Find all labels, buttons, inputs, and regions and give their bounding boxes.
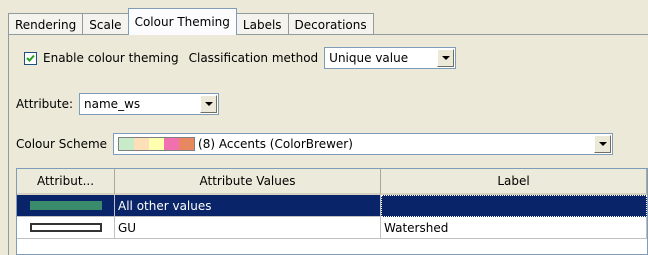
colour-scheme-value: (8) Accents (ColorBrewer) <box>198 137 353 151</box>
chevron-down-icon <box>441 56 450 60</box>
enable-row: Enable colour theming Classification met… <box>24 46 457 70</box>
enable-label[interactable]: Enable colour theming <box>43 51 179 65</box>
dropdown-button[interactable] <box>437 49 455 67</box>
swatch <box>149 138 165 150</box>
symbol-swatch <box>29 201 102 210</box>
symbol-cell[interactable] <box>17 217 115 239</box>
table-row[interactable]: GU Watershed <box>17 217 647 239</box>
swatch <box>179 138 195 150</box>
theme-table[interactable]: Attribut... Attribute Values Label All o… <box>16 168 648 255</box>
tab-bar: Rendering Scale Colour Theming Labels De… <box>8 8 374 35</box>
symbol-cell[interactable] <box>17 195 115 217</box>
attribute-label: Attribute: <box>16 97 74 111</box>
attribute-select[interactable]: name_ws <box>79 93 220 115</box>
column-header-label[interactable]: Label <box>381 169 647 195</box>
symbol-swatch <box>29 223 102 232</box>
classification-value: Unique value <box>329 51 409 65</box>
tab-labels[interactable]: Labels <box>235 13 289 35</box>
label-cell[interactable]: Watershed <box>381 217 647 239</box>
tab-decorations[interactable]: Decorations <box>287 13 374 35</box>
column-header-symbol[interactable]: Attribut... <box>17 169 115 195</box>
swatch <box>134 138 150 150</box>
tab-colour-theming[interactable]: Colour Theming <box>127 8 237 35</box>
swatch <box>119 138 135 150</box>
classification-label: Classification method <box>188 51 319 65</box>
value-cell[interactable]: GU <box>115 217 381 239</box>
colour-scheme-row: Colour Scheme (8) Accents (ColorBrewer) <box>16 132 614 156</box>
colour-swatches <box>118 137 196 151</box>
table-header: Attribut... Attribute Values Label <box>17 169 647 195</box>
dropdown-button[interactable] <box>200 95 218 113</box>
chevron-down-icon <box>204 102 213 106</box>
chevron-down-icon <box>598 142 607 146</box>
attribute-value: name_ws <box>84 97 141 111</box>
column-header-values[interactable]: Attribute Values <box>115 169 381 195</box>
classification-select[interactable]: Unique value <box>324 47 457 69</box>
dialog-window: Rendering Scale Colour Theming Labels De… <box>0 0 648 255</box>
table-row[interactable]: All other values <box>17 195 647 217</box>
tab-scale[interactable]: Scale <box>82 13 129 35</box>
attribute-row: Attribute: name_ws <box>16 92 220 116</box>
enable-checkbox[interactable] <box>24 51 37 65</box>
swatch <box>164 138 180 150</box>
label-cell[interactable] <box>381 195 647 217</box>
colour-scheme-label: Colour Scheme <box>16 137 108 151</box>
tab-rendering[interactable]: Rendering <box>8 13 84 35</box>
value-cell[interactable]: All other values <box>115 195 381 217</box>
colour-scheme-select[interactable]: (8) Accents (ColorBrewer) <box>113 133 614 155</box>
checkmark-icon <box>26 54 35 62</box>
dropdown-button[interactable] <box>594 135 612 153</box>
